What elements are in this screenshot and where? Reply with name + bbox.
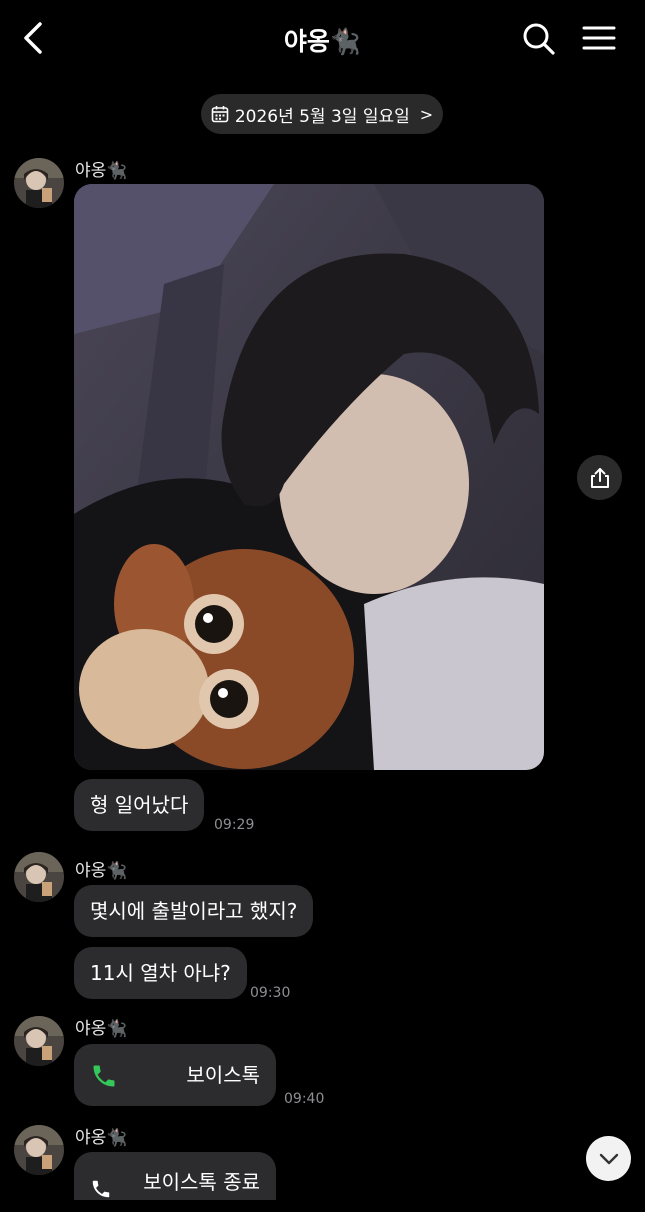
- hamburger-menu-icon: [582, 26, 616, 50]
- share-button[interactable]: [577, 455, 622, 500]
- scroll-to-bottom-button[interactable]: [586, 1136, 631, 1181]
- avatar[interactable]: [14, 158, 64, 208]
- sender-name: 야옹🐈‍⬛: [75, 861, 128, 881]
- avatar[interactable]: [14, 1016, 64, 1066]
- voice-call-label: 보이스톡 종료: [143, 1170, 260, 1194]
- sender-name: 야옹🐈‍⬛: [75, 1128, 128, 1148]
- chevron-down-icon: [599, 1153, 618, 1164]
- photo-message[interactable]: [74, 184, 544, 770]
- share-icon: [590, 467, 609, 488]
- voice-call-label: 보이스톡: [186, 1063, 260, 1087]
- date-text: 2026년 5월 3일 일요일: [234, 106, 410, 127]
- search-icon: [523, 23, 555, 55]
- calendar-icon: [211, 106, 229, 123]
- voice-call-bubble[interactable]: 보이스톡: [74, 1044, 276, 1106]
- avatar[interactable]: [14, 852, 64, 902]
- voice-call-end-bubble[interactable]: 보이스톡 종료: [74, 1152, 276, 1200]
- sender-name: 야옹🐈‍⬛: [75, 1019, 128, 1039]
- menu-button[interactable]: [580, 20, 618, 58]
- date-divider[interactable]: 2026년 5월 3일 일요일 >: [201, 94, 443, 134]
- message-time: 09:29: [214, 817, 255, 833]
- sender-name: 야옹🐈‍⬛: [75, 161, 128, 181]
- date-chevron: >: [419, 104, 434, 124]
- message-time: 09:40: [284, 1091, 325, 1107]
- search-button[interactable]: [520, 20, 558, 58]
- chat-header: 야옹🐈‍⬛: [0, 0, 645, 78]
- message-bubble[interactable]: 11시 열차 아냐?: [74, 947, 247, 999]
- phone-icon: [93, 1065, 115, 1087]
- message-bubble[interactable]: 형 일어났다: [74, 779, 205, 831]
- message-time: 09:30: [250, 985, 291, 1001]
- phone-icon: [92, 1180, 110, 1198]
- message-bubble[interactable]: 몇시에 출발이라고 했지?: [74, 885, 314, 937]
- avatar[interactable]: [14, 1125, 64, 1175]
